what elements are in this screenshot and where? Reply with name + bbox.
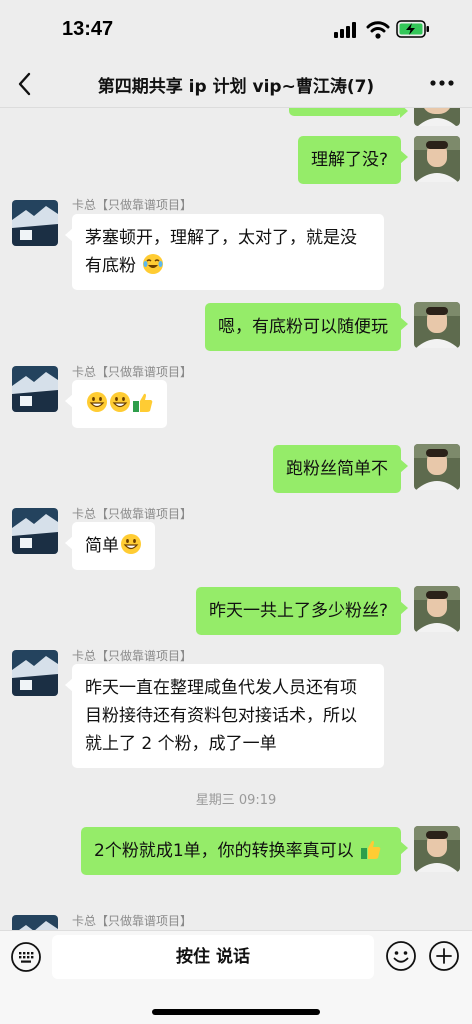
sender-name: 卡总【只做靠谱项目】 xyxy=(72,649,193,663)
cellular-signal-icon xyxy=(334,22,358,38)
my-avatar[interactable] xyxy=(414,826,460,872)
status-time: 13:47 xyxy=(62,18,114,40)
contact-avatar[interactable] xyxy=(12,915,58,930)
plus-icon[interactable] xyxy=(428,940,460,972)
message-bubble[interactable]: 昨天一直在整理咸鱼代发人员还有项目粉接待还有资料包对接话术，所以就上了 2 个粉… xyxy=(65,664,384,768)
grinning-face-icon xyxy=(87,392,107,412)
message-text: 昨天一共上了多少粉丝? xyxy=(208,601,388,621)
grinning-face-icon xyxy=(121,534,141,554)
keyboard-icon[interactable] xyxy=(10,941,42,973)
contact-avatar[interactable] xyxy=(12,366,58,412)
status-bar: 13:47 xyxy=(0,0,472,62)
contact-avatar[interactable] xyxy=(12,650,58,696)
contact-avatar[interactable] xyxy=(12,200,58,246)
message-bubble[interactable]: 跑粉丝简单不 xyxy=(273,445,408,493)
home-indicator xyxy=(152,1009,320,1015)
message-text: 跑粉丝简单不 xyxy=(286,459,388,479)
message-text: 嗯，有底粉可以随便玩 xyxy=(218,317,388,337)
sender-name: 卡总【只做靠谱项目】 xyxy=(72,914,193,928)
thumbs-up-icon xyxy=(361,840,381,859)
message-text: 茅塞顿开，理解了，太对了，就是没有底粉 xyxy=(85,228,357,276)
sender-name: 卡总【只做靠谱项目】 xyxy=(72,507,193,521)
my-avatar[interactable] xyxy=(414,136,460,182)
contact-avatar[interactable] xyxy=(12,508,58,554)
message-text: 简单 xyxy=(85,536,119,556)
back-icon[interactable] xyxy=(12,70,38,98)
message-list[interactable]: 理解了没? 卡总【只做靠谱项目】 茅塞顿开，理解了，太对了，就是没有底粉 嗯，有… xyxy=(0,108,472,930)
timestamp-divider: 星期三 09:19 xyxy=(195,793,277,808)
more-icon[interactable] xyxy=(428,72,456,94)
hold-to-talk-button[interactable]: 按住 说话 xyxy=(52,935,374,979)
my-avatar[interactable] xyxy=(414,108,460,126)
sender-name: 卡总【只做靠谱项目】 xyxy=(72,198,193,212)
wifi-icon xyxy=(366,21,390,39)
battery-charging-icon xyxy=(396,20,429,38)
message-bubble[interactable]: 理解了没? xyxy=(297,136,409,184)
message-bubble[interactable]: 嗯，有底粉可以随便玩 xyxy=(205,303,408,351)
emoji-icon[interactable] xyxy=(385,940,417,972)
input-bar: 按住 说话 xyxy=(0,930,472,1024)
message-bubble-partial[interactable] xyxy=(289,108,408,118)
sender-name: 卡总【只做靠谱项目】 xyxy=(72,365,193,379)
message-bubble[interactable]: 2个粉就成1单，你的转换率真可以 xyxy=(81,827,408,875)
my-avatar[interactable] xyxy=(414,302,460,348)
chat-title: 第四期共享 ip 计划 vip~曹江涛(7) xyxy=(97,77,375,97)
chat-header: 第四期共享 ip 计划 vip~曹江涛(7) xyxy=(0,62,472,108)
message-text: 昨天一直在整理咸鱼代发人员还有项目粉接待还有资料包对接话术，所以就上了 2 个粉… xyxy=(85,678,357,754)
message-text: 理解了没? xyxy=(310,150,388,170)
message-bubble[interactable] xyxy=(65,380,167,428)
message-bubble[interactable]: 茅塞顿开，理解了，太对了，就是没有底粉 xyxy=(65,214,384,290)
thumbs-up-icon xyxy=(133,393,153,412)
message-bubble[interactable]: 昨天一共上了多少粉丝? xyxy=(195,587,409,635)
message-bubble[interactable]: 简单 xyxy=(65,522,155,570)
message-text: 2个粉就成1单，你的转换率真可以 xyxy=(94,841,354,861)
my-avatar[interactable] xyxy=(414,444,460,490)
my-avatar[interactable] xyxy=(414,586,460,632)
grinning-face-icon xyxy=(110,392,130,412)
face-with-tears-of-joy-icon xyxy=(143,254,164,274)
